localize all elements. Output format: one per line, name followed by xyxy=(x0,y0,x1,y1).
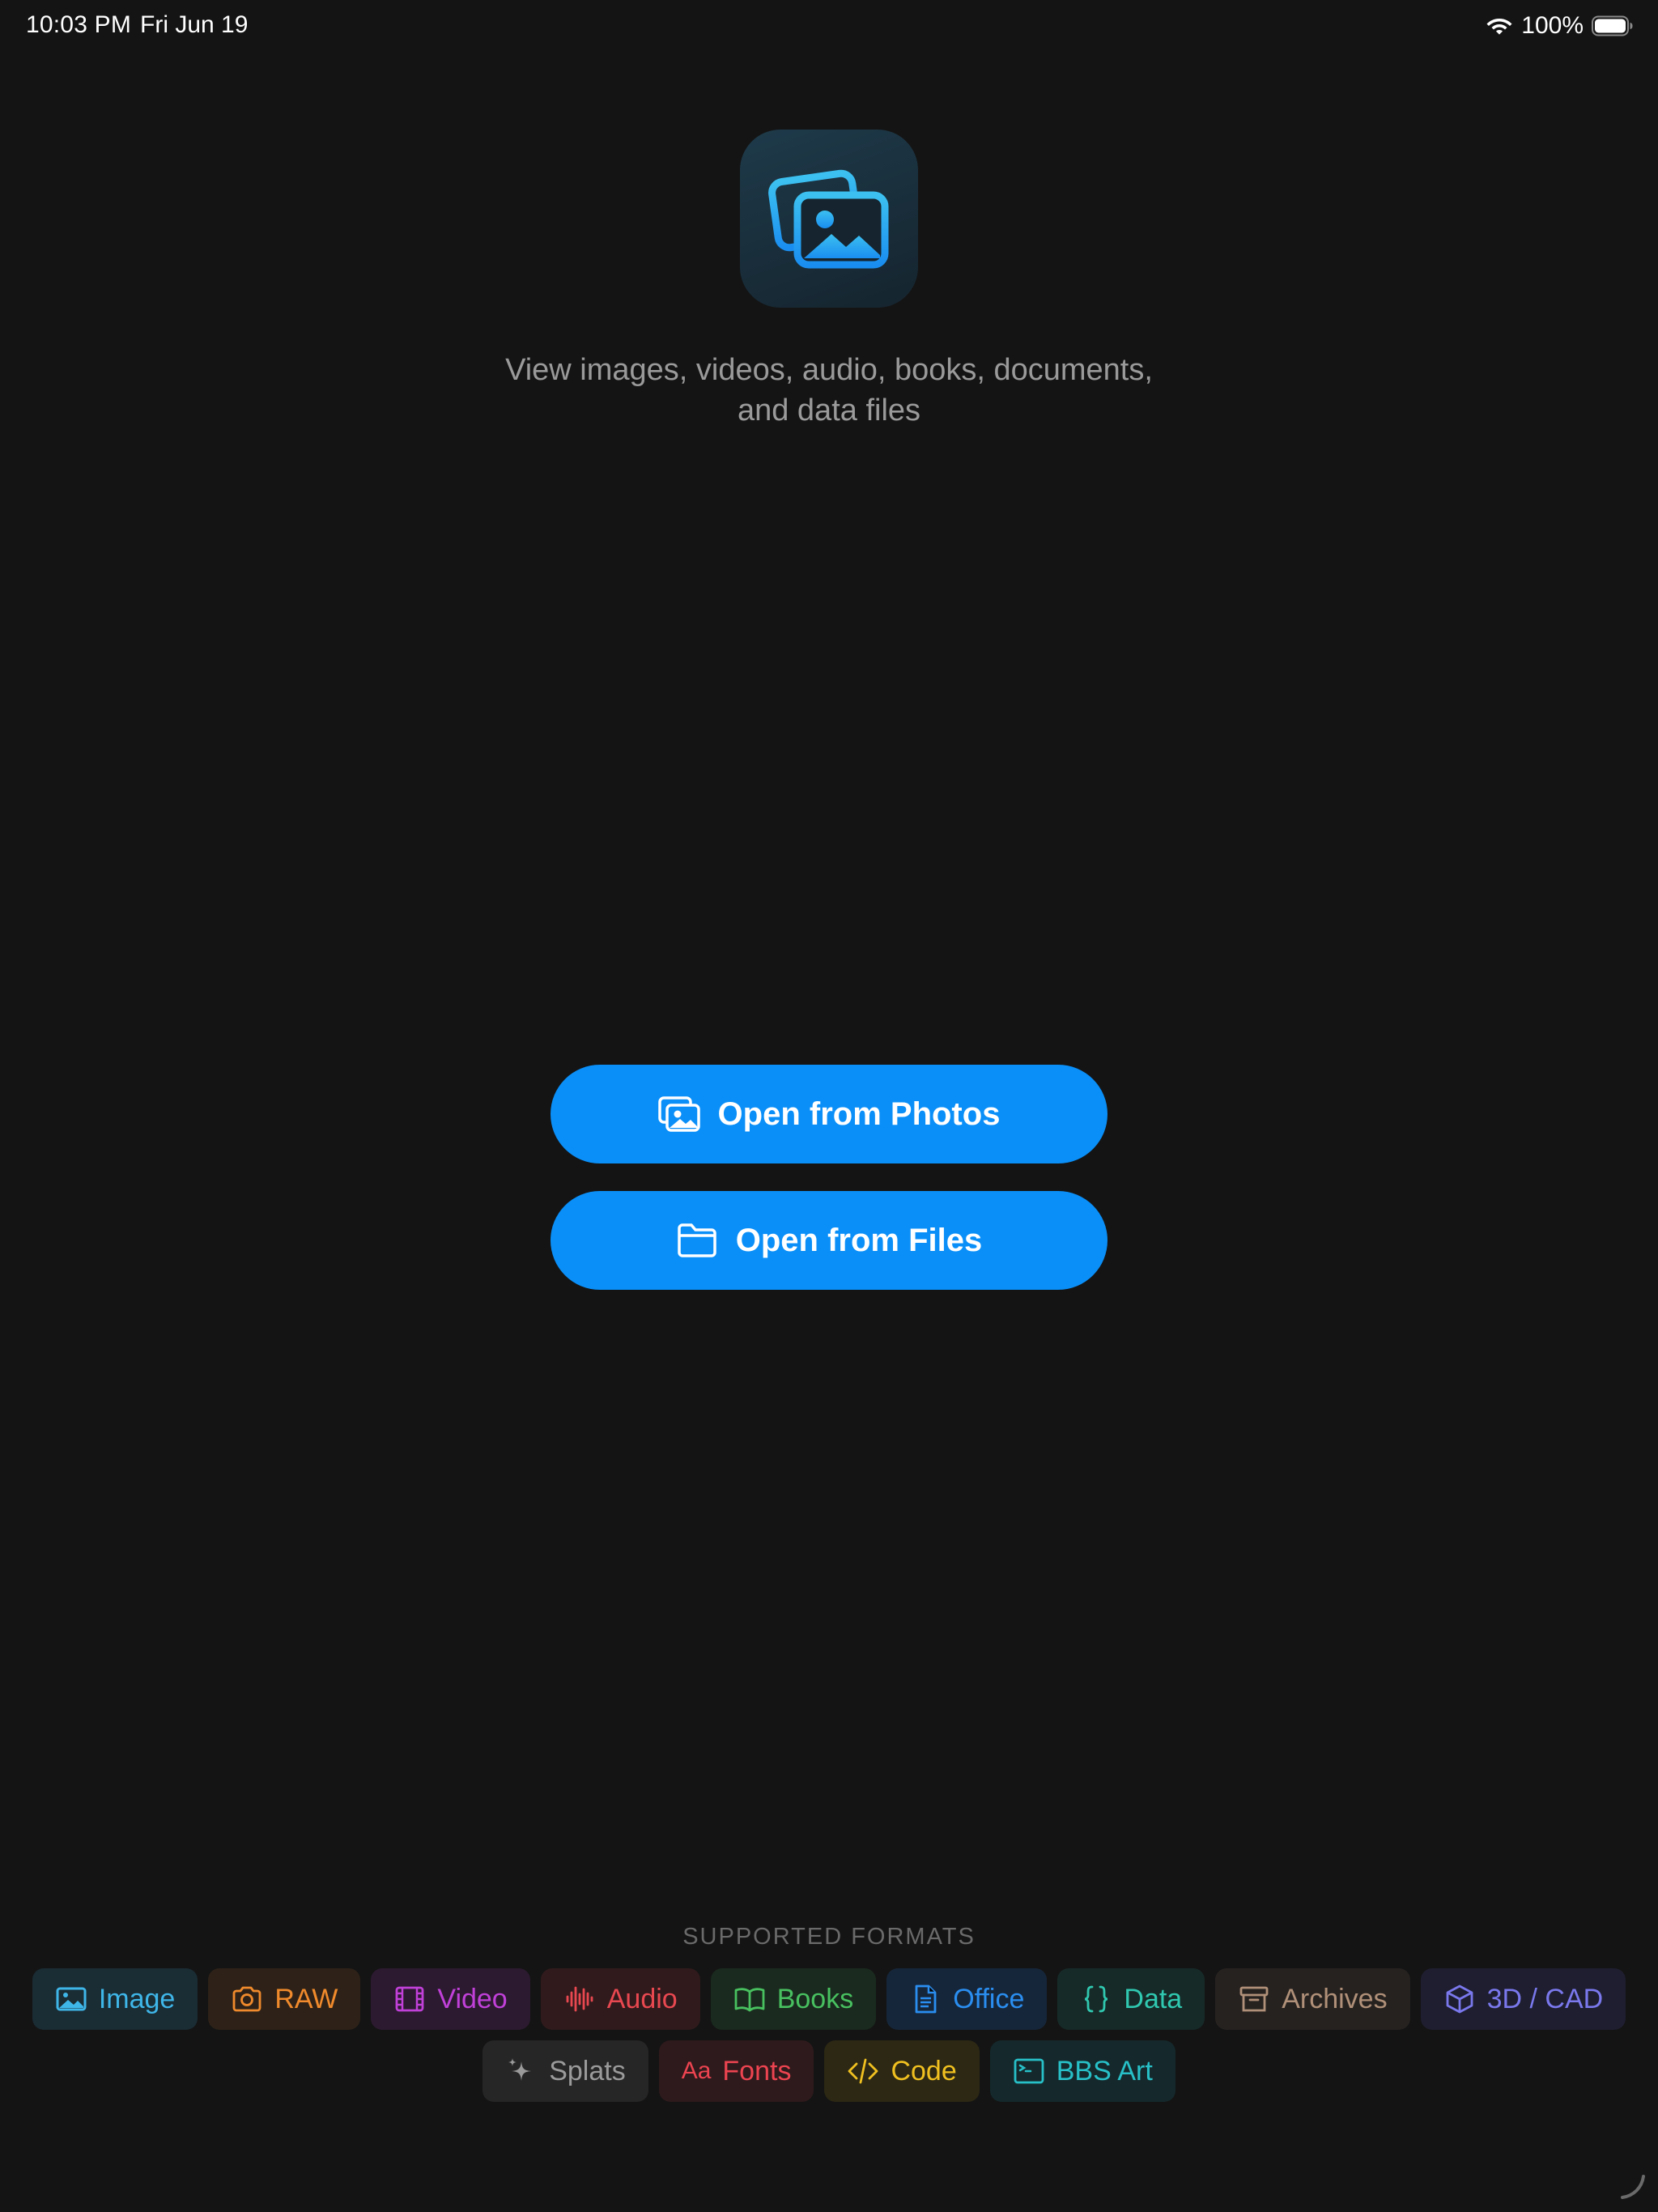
format-chip-3d-cad: 3D / CAD xyxy=(1420,1968,1626,2030)
braces-icon xyxy=(1085,1985,1108,2013)
formats-row-1: Image RAW Video Audio Books Office Data xyxy=(0,1968,1658,2030)
open-from-files-button[interactable]: Open from Files xyxy=(551,1191,1107,1290)
text-aa-icon: Aa xyxy=(681,2057,712,2084)
wifi-icon xyxy=(1486,19,1512,35)
format-chip-splats: Splats xyxy=(483,2040,648,2102)
folder-icon xyxy=(678,1223,716,1257)
format-label: Books xyxy=(776,1983,854,2014)
formats-row-2: Splats Aa Fonts Code BBS Art xyxy=(0,2040,1658,2102)
photos-stack-icon xyxy=(768,169,889,269)
format-label: Code xyxy=(891,2055,957,2087)
format-chip-image: Image xyxy=(32,1968,198,2030)
format-label: BBS Art xyxy=(1056,2055,1153,2087)
format-label: 3D / CAD xyxy=(1486,1983,1604,2014)
sparkles-icon xyxy=(508,2058,532,2081)
format-chip-books: Books xyxy=(710,1968,877,2030)
status-bar: 10:03 PM Fri Jun 19 100% xyxy=(0,0,1658,52)
format-chip-data: Data xyxy=(1057,1968,1205,2030)
camera-icon xyxy=(232,1986,261,2012)
cube-icon xyxy=(1446,1984,1473,2014)
status-time: 10:03 PM xyxy=(26,11,132,38)
format-chip-video: Video xyxy=(371,1968,530,2030)
battery-icon xyxy=(1592,15,1633,36)
open-from-files-label: Open from Files xyxy=(735,1222,983,1258)
format-chip-archives: Archives xyxy=(1215,1968,1410,2030)
open-from-photos-button[interactable]: Open from Photos xyxy=(551,1065,1107,1163)
app-icon xyxy=(740,130,918,308)
app-screen: 10:03 PM Fri Jun 19 100% View images, vi… xyxy=(0,0,1658,2212)
format-chip-audio: Audio xyxy=(540,1968,700,2030)
photo-icon xyxy=(56,1987,87,2011)
format-label: Office xyxy=(953,1983,1025,2014)
format-label: Data xyxy=(1124,1983,1183,2014)
format-chip-code: Code xyxy=(824,2040,980,2102)
format-chip-fonts: Aa Fonts xyxy=(658,2040,814,2102)
waveform-icon xyxy=(566,1986,593,2012)
resize-handle-icon[interactable] xyxy=(1618,2172,1647,2201)
format-label: Archives xyxy=(1282,1983,1388,2014)
format-chip-office: Office xyxy=(886,1968,1048,2030)
format-chip-raw: RAW xyxy=(208,1968,361,2030)
document-icon xyxy=(915,1984,937,2014)
supported-formats-title: SUPPORTED FORMATS xyxy=(682,1924,976,1950)
code-icon xyxy=(848,2058,878,2084)
open-from-photos-label: Open from Photos xyxy=(717,1095,1001,1132)
photo-stack-icon xyxy=(657,1096,700,1132)
format-label: Image xyxy=(98,1983,176,2014)
format-label: RAW xyxy=(274,1983,338,2014)
format-chip-bbs-art: BBS Art xyxy=(989,2040,1175,2102)
format-label: Audio xyxy=(606,1983,678,2014)
book-icon xyxy=(734,1988,765,2012)
tagline: View images, videos, audio, books, docum… xyxy=(343,350,1315,431)
film-icon xyxy=(395,1986,424,2012)
archive-box-icon xyxy=(1239,1986,1269,2012)
format-label: Video xyxy=(437,1983,508,2014)
tagline-line-2: and data files xyxy=(737,393,921,428)
format-label: Fonts xyxy=(722,2055,792,2087)
status-indicators: 100% xyxy=(1486,11,1634,40)
terminal-icon xyxy=(1014,2058,1044,2084)
battery-percent: 100% xyxy=(1521,12,1584,39)
status-date: Fri Jun 19 xyxy=(140,11,249,38)
tagline-line-1: View images, videos, audio, books, docum… xyxy=(505,353,1153,387)
format-label: Splats xyxy=(549,2055,626,2087)
